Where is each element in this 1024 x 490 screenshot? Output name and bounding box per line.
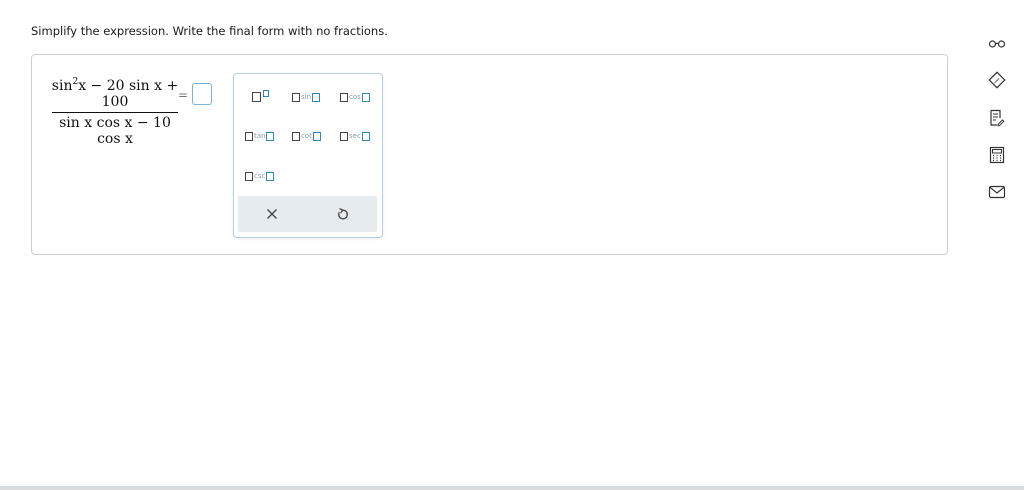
- power-key[interactable]: [252, 89, 269, 104]
- calculator-icon: [989, 146, 1005, 164]
- palette-actions: [238, 196, 377, 232]
- reset-button[interactable]: [332, 204, 352, 224]
- tan-key[interactable]: tan: [245, 129, 275, 143]
- notes-icon: [990, 109, 1005, 127]
- close-icon: [267, 209, 277, 219]
- sin-key-label: sin: [301, 92, 312, 101]
- question-prompt: Simplify the expression. Write the final…: [31, 24, 388, 38]
- glasses-icon: [988, 40, 1006, 48]
- numerator-sin: sin: [51, 78, 73, 94]
- clear-button[interactable]: [262, 204, 282, 224]
- csc-key-label: csc: [254, 171, 266, 180]
- pencil-diamond-icon: [988, 71, 1006, 89]
- pencil-tool-button[interactable]: [983, 66, 1011, 94]
- tan-key-label: tan: [254, 131, 266, 140]
- cot-key[interactable]: cot: [292, 129, 321, 143]
- denominator: sin x cos x − 10 cos x: [59, 115, 171, 147]
- cos-key[interactable]: cos: [340, 90, 370, 104]
- answer-input[interactable]: [192, 83, 212, 105]
- notes-button[interactable]: [983, 104, 1011, 132]
- numerator-rest: x − 20 sin x + 100: [78, 78, 179, 110]
- sec-key-label: sec: [349, 131, 361, 140]
- equals-sign: =: [178, 88, 189, 102]
- bottom-divider: [0, 486, 1024, 490]
- accessibility-button[interactable]: [983, 30, 1011, 58]
- sin-key[interactable]: sin: [292, 90, 321, 104]
- expression-fraction: sin2x − 20 sin x + 100 sin x cos x − 10 …: [50, 78, 180, 148]
- csc-key[interactable]: csc: [245, 169, 275, 183]
- numerator: sin2x − 20 sin x + 100: [50, 78, 180, 112]
- cot-key-label: cot: [301, 131, 312, 140]
- math-palette: sin cos tan cot sec csc: [233, 73, 383, 238]
- sec-key[interactable]: sec: [340, 129, 370, 143]
- calculator-button[interactable]: [983, 141, 1011, 169]
- message-button[interactable]: [983, 178, 1011, 206]
- undo-icon: [337, 207, 348, 219]
- mail-icon: [988, 185, 1006, 199]
- cos-key-label: cos: [349, 92, 361, 101]
- answer-card: sin2x − 20 sin x + 100 sin x cos x − 10 …: [31, 54, 948, 255]
